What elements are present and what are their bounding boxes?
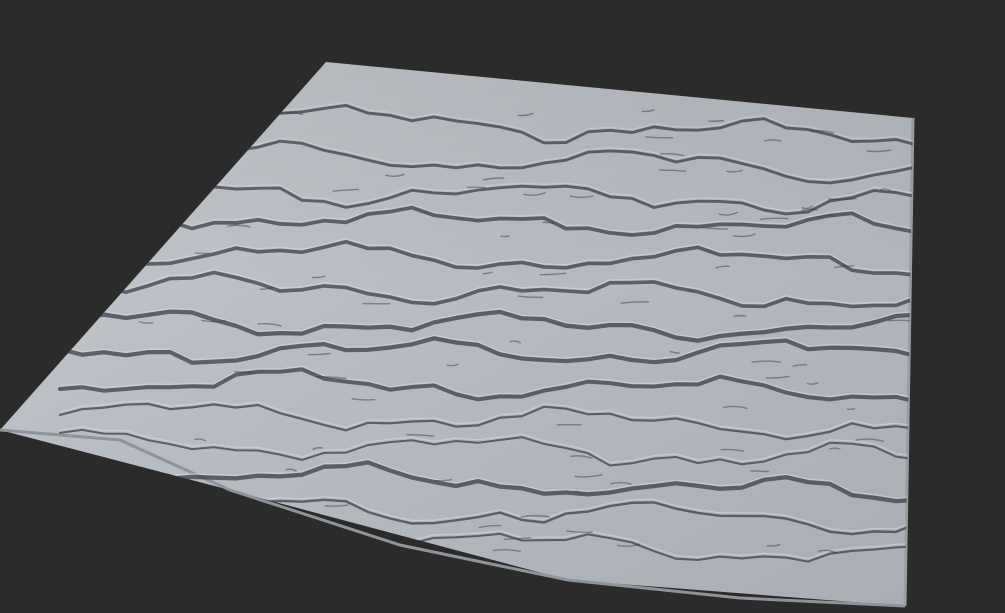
erosion-crack (750, 470, 769, 473)
erosion-crack (829, 447, 841, 450)
terrain-render[interactable] (0, 0, 1005, 613)
erosion-crack (846, 408, 856, 410)
erosion-crack (199, 523, 228, 527)
erosion-crack (140, 204, 155, 208)
ambient-shade (0, 62, 913, 280)
erosion-crack (297, 534, 314, 537)
erosion-crack (134, 225, 162, 229)
erosion-crack (276, 531, 298, 534)
erosion-crack (179, 157, 192, 162)
erosion-crack (220, 158, 234, 161)
3d-viewport[interactable] (0, 0, 1005, 613)
erosion-crack (203, 179, 215, 182)
